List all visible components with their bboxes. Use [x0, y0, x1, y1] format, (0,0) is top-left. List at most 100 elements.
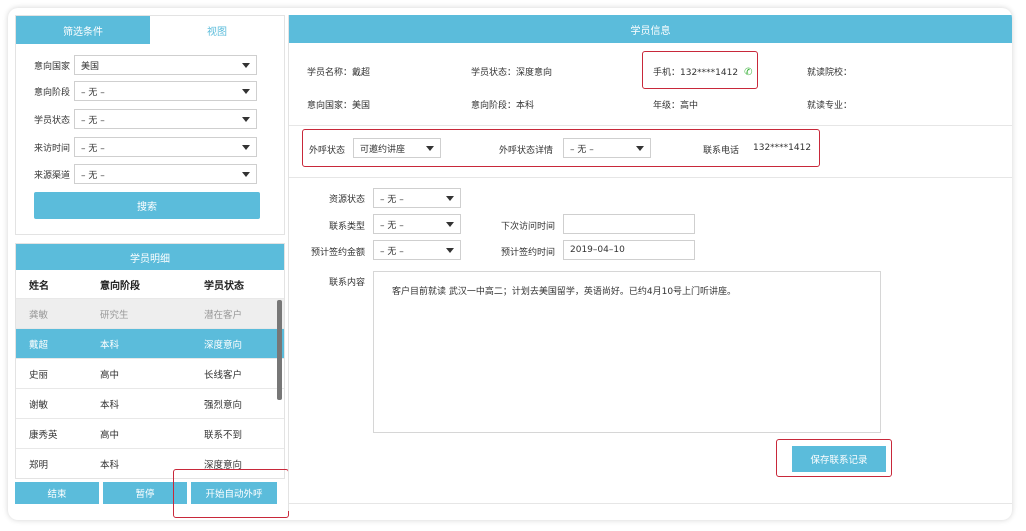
student-major: 就读专业： — [807, 101, 853, 111]
contact-type-label: 联系类型 — [328, 222, 365, 232]
divider — [289, 503, 1012, 504]
select-value: – 无 – — [81, 87, 105, 98]
select-value: – 无 – — [81, 170, 105, 181]
country-select[interactable]: 美国 — [74, 55, 257, 75]
call-control-bar: 结束 暂停 开始自动外呼 — [15, 482, 285, 504]
filter-label: 意向国家 — [33, 61, 70, 72]
student-phone: 手机：132****1412 ✆ — [653, 65, 752, 78]
contact-phone-value: 132****1412 — [753, 143, 812, 153]
table-row[interactable]: 谢敏 本科 强烈意向 — [16, 388, 284, 418]
filter-label: 学员状态 — [33, 115, 70, 126]
filter-tabs: 筛选条件 视图 — [16, 16, 284, 44]
select-value: 美国 — [81, 61, 100, 72]
sign-amount-select[interactable]: – 无 – — [373, 240, 461, 260]
filter-label: 来访时间 — [33, 143, 70, 154]
right-panel: 学员信息 学员名称：戴超 学员状态：深度意向 手机：132****1412 ✆ 就… — [288, 15, 1012, 511]
caret-down-icon — [446, 196, 454, 201]
sign-date-label: 预计签约时间 — [500, 248, 555, 258]
call-status-label: 外呼状态 — [309, 146, 346, 156]
next-visit-input[interactable] — [563, 214, 695, 234]
column-header-stage: 意向阶段 — [100, 280, 140, 292]
table-row[interactable]: 郑明 本科 深度意向 — [16, 448, 284, 478]
table-row[interactable]: 龚敏 研究生 潜在客户 — [16, 298, 284, 328]
student-grade: 年级：高中 — [653, 101, 699, 111]
table-row[interactable]: 康秀英 高中 联系不到 — [16, 418, 284, 448]
cell-name: 史丽 — [29, 369, 49, 381]
left-panel: 筛选条件 视图 意向国家 美国 意向阶段 – 无 – 学员状态 – 无 – 来访… — [15, 15, 289, 518]
caret-down-icon — [446, 248, 454, 253]
cell-stage: 高中 — [100, 369, 120, 381]
student-list-header: 姓名 意向阶段 学员状态 — [16, 270, 284, 298]
cell-status: 联系不到 — [204, 429, 243, 441]
sign-amount-label: 预计签约金额 — [310, 248, 365, 258]
cell-name: 谢敏 — [29, 399, 49, 411]
cell-name: 戴超 — [29, 339, 49, 351]
intended-stage: 意向阶段：本科 — [471, 101, 535, 111]
caret-down-icon — [242, 172, 250, 177]
cell-stage: 研究生 — [100, 309, 129, 321]
resource-status-label: 资源状态 — [328, 195, 365, 205]
filter-label: 来源渠道 — [33, 170, 70, 181]
filter-row-source: 来源渠道 – 无 – — [16, 163, 286, 185]
intended-country: 意向国家：美国 — [307, 101, 371, 111]
filter-row-country: 意向国家 美国 — [16, 54, 286, 76]
caret-down-icon — [242, 63, 250, 68]
save-contact-button[interactable]: 保存联系记录 — [792, 446, 886, 472]
cell-status: 长线客户 — [204, 369, 243, 381]
student-list-panel: 学员明细 姓名 意向阶段 学员状态 龚敏 研究生 潜在客户 戴超 本科 深度意向… — [15, 243, 285, 479]
caret-down-icon — [636, 146, 644, 151]
resource-status-select[interactable]: – 无 – — [373, 188, 461, 208]
filter-label: 意向阶段 — [33, 87, 70, 98]
divider — [289, 125, 1012, 126]
caret-down-icon — [242, 145, 250, 150]
list-scrollbar[interactable] — [277, 300, 282, 400]
search-button[interactable]: 搜索 — [34, 192, 260, 219]
column-header-status: 学员状态 — [204, 280, 244, 292]
pause-button[interactable]: 暂停 — [103, 482, 187, 504]
select-value: – 无 – — [81, 115, 105, 126]
divider — [289, 177, 1012, 178]
contact-type-select[interactable]: – 无 – — [373, 214, 461, 234]
contact-content-label: 联系内容 — [328, 278, 365, 288]
cell-name: 康秀英 — [29, 429, 58, 441]
table-row-selected[interactable]: 戴超 本科 深度意向 — [16, 328, 284, 358]
filter-panel: 筛选条件 视图 意向国家 美国 意向阶段 – 无 – 学员状态 – 无 – 来访… — [15, 15, 285, 235]
next-visit-label: 下次访问时间 — [500, 222, 555, 232]
start-auto-call-button[interactable]: 开始自动外呼 — [191, 482, 277, 504]
call-status-select[interactable]: 可邀约讲座 — [353, 138, 441, 158]
app-window: 筛选条件 视图 意向国家 美国 意向阶段 – 无 – 学员状态 – 无 – 来访… — [8, 8, 1012, 520]
visit-time-select[interactable]: – 无 – — [74, 137, 257, 157]
table-row[interactable]: 史丽 高中 长线客户 — [16, 358, 284, 388]
stage-select[interactable]: – 无 – — [74, 81, 257, 101]
caret-down-icon — [242, 117, 250, 122]
cell-stage: 高中 — [100, 429, 120, 441]
source-select[interactable]: – 无 – — [74, 164, 257, 184]
caret-down-icon — [426, 146, 434, 151]
select-value: 可邀约讲座 — [360, 144, 406, 155]
status-select[interactable]: – 无 – — [74, 109, 257, 129]
call-detail-select[interactable]: – 无 – — [563, 138, 651, 158]
cell-status: 深度意向 — [204, 339, 243, 351]
phone-text: 手机：132****1412 — [653, 68, 739, 78]
select-value: – 无 – — [81, 143, 105, 154]
filter-row-stage: 意向阶段 – 无 – — [16, 80, 286, 102]
tab-filter[interactable]: 筛选条件 — [16, 16, 150, 44]
sign-date-input[interactable]: 2019–04–10 — [563, 240, 695, 260]
student-info-title: 学员信息 — [289, 15, 1012, 43]
tab-view[interactable]: 视图 — [150, 16, 284, 44]
filter-row-status: 学员状态 – 无 – — [16, 108, 286, 130]
select-value: – 无 – — [380, 246, 404, 257]
contact-content-textarea[interactable]: 客户目前就读 武汉一中高二；计划去美国留学，英语尚好。已约4月10号上门听讲座。 — [373, 271, 881, 433]
cell-status: 强烈意向 — [204, 399, 243, 411]
cell-stage: 本科 — [100, 399, 120, 411]
phone-icon[interactable]: ✆ — [744, 67, 752, 78]
call-detail-label: 外呼状态详情 — [499, 146, 554, 156]
cell-name: 郑明 — [29, 459, 49, 471]
end-button[interactable]: 结束 — [15, 482, 99, 504]
filter-row-visit-time: 来访时间 – 无 – — [16, 136, 286, 158]
cell-name: 龚敏 — [29, 309, 49, 321]
cell-stage: 本科 — [100, 459, 120, 471]
student-name: 学员名称：戴超 — [307, 68, 371, 78]
contact-phone-label: 联系电话 — [703, 146, 740, 156]
column-header-name: 姓名 — [29, 280, 49, 292]
